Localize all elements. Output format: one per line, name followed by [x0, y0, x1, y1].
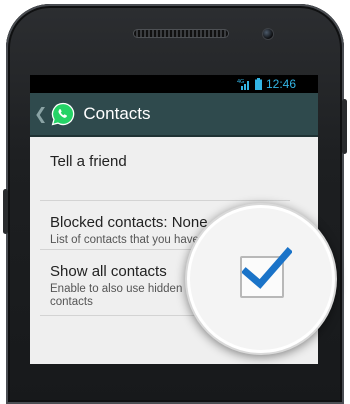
whatsapp-logo-icon[interactable] — [51, 102, 75, 126]
front-camera — [263, 29, 273, 39]
status-icons: 4G 12:46 — [237, 77, 296, 91]
earpiece-speaker — [134, 30, 228, 37]
magnifier-lens — [190, 208, 332, 350]
status-bar: 4G 12:46 — [30, 75, 318, 93]
checkmark-icon — [242, 247, 292, 289]
side-button-right — [342, 99, 347, 154]
back-chevron-icon[interactable]: ❮ — [34, 104, 47, 124]
battery-icon — [254, 78, 262, 90]
clock: 12:46 — [265, 77, 296, 91]
tell-a-friend-item[interactable]: Tell a friend — [50, 153, 318, 170]
divider — [40, 200, 290, 201]
action-bar: ❮ Contacts — [30, 93, 318, 137]
signal-4g-icon: 4G — [237, 79, 249, 90]
item-title: Tell a friend — [50, 153, 127, 170]
network-type: 4G — [237, 79, 244, 85]
item-subtitle: Enable to also use hidden contacts — [50, 283, 183, 308]
side-button-left — [3, 189, 8, 234]
screen-title: Contacts — [83, 104, 151, 123]
